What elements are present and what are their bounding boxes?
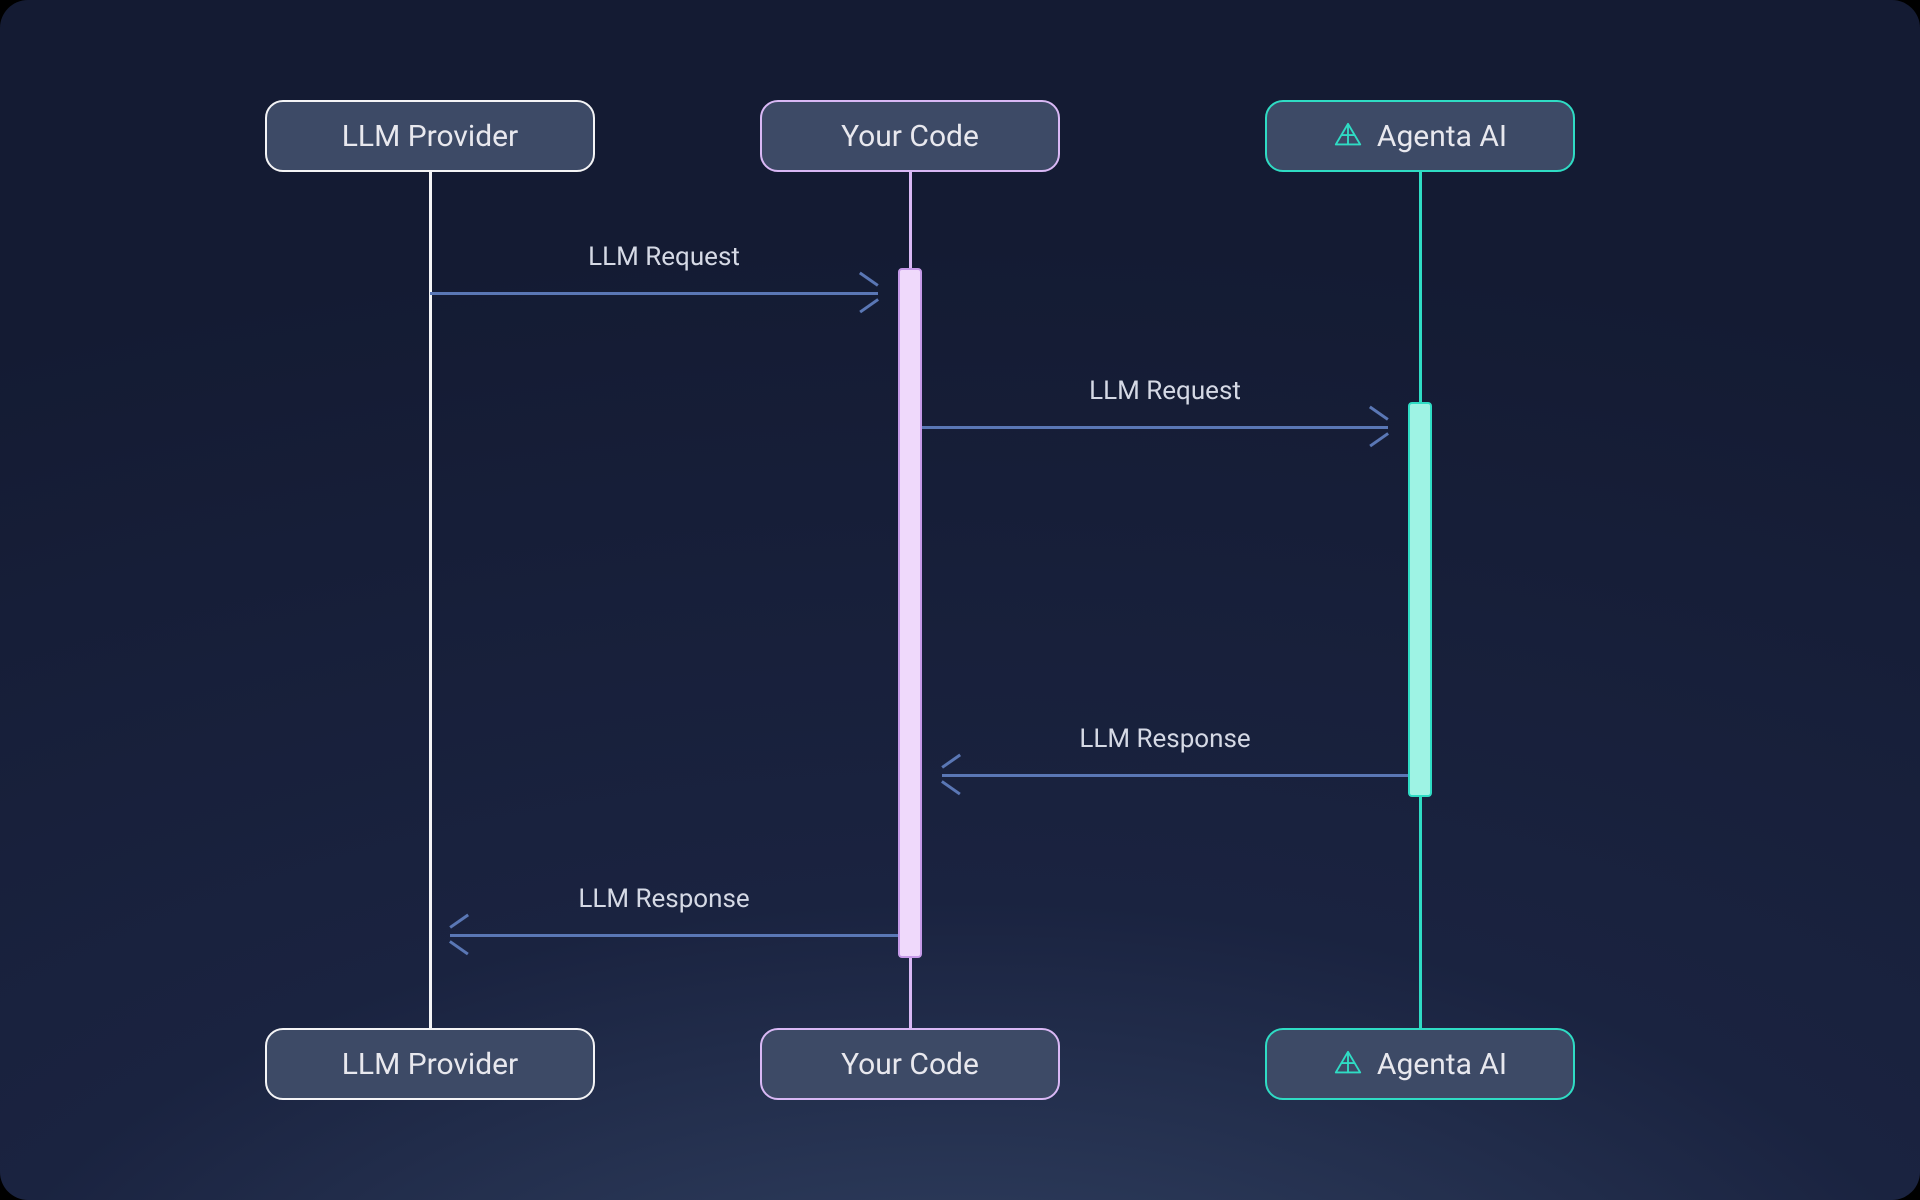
message-arrow [430, 292, 878, 295]
actor-label: Your Code [841, 1047, 979, 1082]
message-label: LLM Response [922, 724, 1408, 754]
actor-label: Agenta AI [1377, 119, 1507, 154]
sequence-diagram: LLM Provider Your Code Agenta AI LLM Pro… [0, 0, 1920, 1200]
actor-your-code-top: Your Code [760, 100, 1060, 172]
actor-label: LLM Provider [342, 1047, 518, 1082]
message-arrow [922, 426, 1388, 429]
message-label: LLM Response [430, 884, 898, 914]
agenta-logo-icon [1333, 121, 1363, 151]
message-label: LLM Request [430, 242, 898, 272]
message-label: LLM Request [922, 376, 1408, 406]
actor-agenta-top: Agenta AI [1265, 100, 1575, 172]
actor-label: LLM Provider [342, 119, 518, 154]
actor-label: Your Code [841, 119, 979, 154]
actor-agenta-bottom: Agenta AI [1265, 1028, 1575, 1100]
agenta-logo-icon [1333, 1049, 1363, 1079]
actor-your-code-bottom: Your Code [760, 1028, 1060, 1100]
actor-llm-provider-bottom: LLM Provider [265, 1028, 595, 1100]
message-arrow [942, 774, 1408, 777]
activation-your-code [898, 268, 922, 958]
actor-label: Agenta AI [1377, 1047, 1507, 1082]
activation-agenta [1408, 402, 1432, 797]
message-arrow [450, 934, 898, 937]
actor-llm-provider-top: LLM Provider [265, 100, 595, 172]
